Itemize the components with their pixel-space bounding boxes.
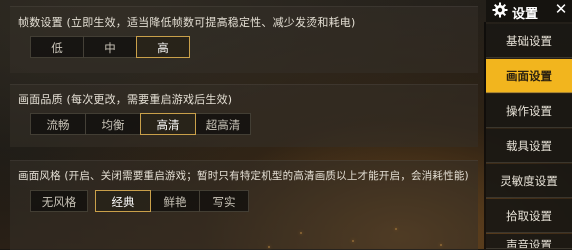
framerate-option-medium[interactable]: 中 (83, 36, 137, 58)
framerate-title: 帧数设置 (立即生效，适当降低帧数可提高稳定性、减少发烫和耗电) (18, 16, 356, 29)
gear-icon (492, 2, 508, 18)
style-option-vivid[interactable]: 鲜艳 (150, 190, 200, 212)
quality-option-uhd[interactable]: 超高清 (195, 113, 251, 135)
sidebar-item-graphics[interactable]: 画面设置 (486, 59, 572, 93)
sidebar-item-controls[interactable]: 操作设置 (486, 94, 572, 128)
quality-options: 流畅 均衡 高清 超高清 (30, 113, 251, 135)
close-icon[interactable]: ✕ (554, 1, 568, 17)
style-option-classic[interactable]: 经典 (95, 190, 151, 212)
framerate-option-high[interactable]: 高 (136, 36, 190, 58)
sidebar-item-pickup[interactable]: 拾取设置 (486, 199, 572, 233)
quality-option-smooth[interactable]: 流畅 (30, 113, 86, 135)
settings-title: 设置 (512, 7, 539, 22)
style-title: 画面风格 (开启、关闭需要重启游戏；暂时只有特定机型的高清画质以上才能开启，会消… (18, 170, 469, 182)
quality-title: 画面品质 (每次更改，需要重启游戏后生效) (18, 93, 233, 106)
style-option-realistic[interactable]: 写实 (199, 190, 249, 212)
style-options: 无风格 经典 鲜艳 写实 (30, 190, 249, 212)
sidebar-item-vehicle[interactable]: 载具设置 (486, 129, 572, 163)
quality-option-hd[interactable]: 高清 (140, 113, 196, 135)
quality-option-balanced[interactable]: 均衡 (85, 113, 141, 135)
sidebar-item-basic[interactable]: 基础设置 (486, 24, 572, 58)
framerate-option-low[interactable]: 低 (30, 36, 84, 58)
style-option-none[interactable]: 无风格 (30, 190, 88, 212)
framerate-options: 低 中 高 (30, 36, 190, 58)
sidebar-item-sound[interactable]: 声音设置 (486, 234, 572, 249)
sidebar-item-sensitivity[interactable]: 灵敏度设置 (486, 164, 572, 198)
